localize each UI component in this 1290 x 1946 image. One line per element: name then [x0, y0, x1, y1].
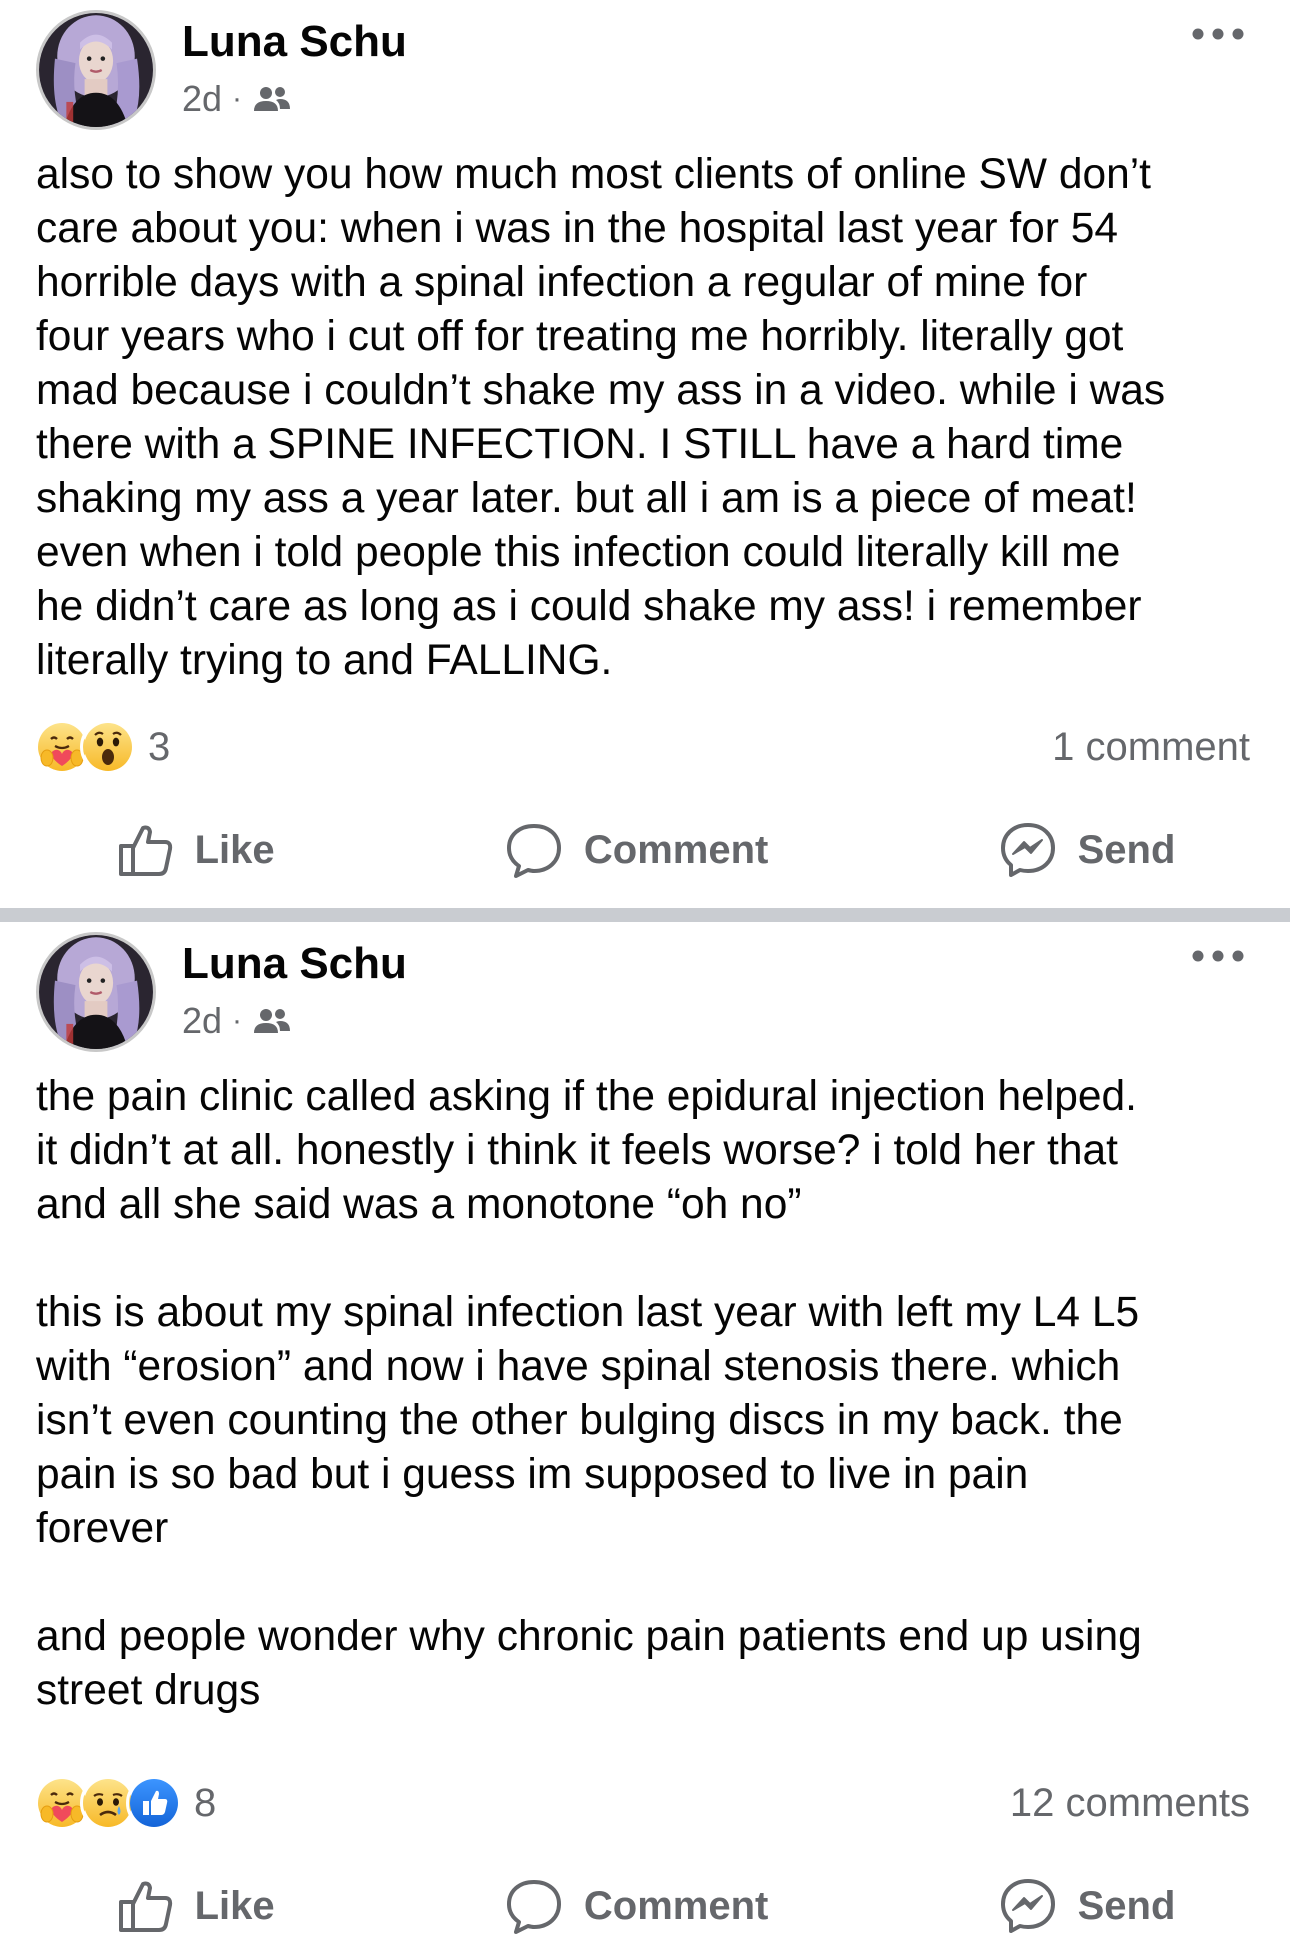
reactions-summary[interactable]: 8 — [34, 1774, 216, 1832]
comment-bubble-icon — [504, 1876, 564, 1936]
friends-icon — [252, 83, 292, 115]
comments-count[interactable]: 1 comment — [1052, 718, 1250, 776]
wow-reaction-icon — [80, 719, 136, 775]
meta-separator: · — [232, 82, 243, 115]
like-label: Like — [194, 827, 275, 872]
post: Luna Schu 2d · the pain clinic called as… — [0, 922, 1290, 1940]
comments-count[interactable]: 12 comments — [1010, 1774, 1250, 1832]
messenger-icon — [998, 1876, 1058, 1936]
post-meta: 2d · — [182, 74, 292, 124]
like-button[interactable]: Like — [115, 820, 275, 880]
avatar[interactable] — [36, 932, 156, 1052]
profile-photo-icon — [39, 13, 153, 127]
avatar[interactable] — [36, 10, 156, 130]
like-reaction-icon — [126, 1775, 182, 1831]
friends-icon — [252, 1005, 292, 1037]
post-meta: 2d · — [182, 996, 292, 1046]
profile-photo-icon — [39, 935, 153, 1049]
more-options-icon[interactable] — [1188, 944, 1248, 968]
meta-separator: · — [232, 1004, 243, 1037]
post-timestamp[interactable]: 2d — [182, 78, 222, 120]
comment-button[interactable]: Comment — [504, 820, 768, 880]
post-actions: Like Comment Send — [0, 1866, 1290, 1946]
post: Luna Schu 2d · also to show you how much… — [0, 0, 1290, 908]
like-button[interactable]: Like — [115, 1876, 275, 1936]
post-author[interactable]: Luna Schu — [182, 12, 407, 72]
comment-bubble-icon — [504, 820, 564, 880]
send-button[interactable]: Send — [998, 1876, 1176, 1936]
thumbs-up-icon — [115, 1876, 175, 1936]
thumbs-up-icon — [115, 820, 175, 880]
post-actions: Like Comment Send — [0, 810, 1290, 890]
comment-label: Comment — [583, 827, 769, 872]
post-timestamp[interactable]: 2d — [182, 1000, 222, 1042]
post-separator — [0, 908, 1290, 922]
send-label: Send — [1077, 827, 1176, 872]
post-text: the pain clinic called asking if the epi… — [36, 1073, 1142, 1714]
send-label: Send — [1077, 1883, 1176, 1928]
post-text: also to show you how much most clients o… — [36, 151, 1166, 684]
more-options-icon[interactable] — [1188, 22, 1248, 46]
reactions-summary[interactable]: 3 — [34, 718, 170, 776]
comment-button[interactable]: Comment — [504, 1876, 768, 1936]
comment-label: Comment — [583, 1883, 769, 1928]
messenger-icon — [998, 820, 1058, 880]
like-label: Like — [194, 1883, 275, 1928]
send-button[interactable]: Send — [998, 820, 1176, 880]
reaction-count: 3 — [148, 724, 171, 769]
post-author[interactable]: Luna Schu — [182, 934, 407, 994]
reaction-count: 8 — [194, 1780, 217, 1825]
